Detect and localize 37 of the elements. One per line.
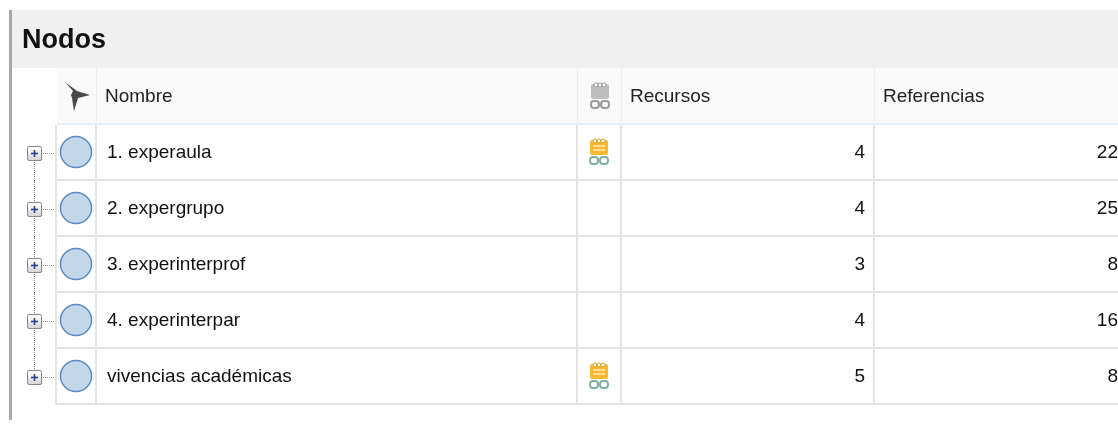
- plus-icon: [29, 260, 40, 271]
- panel-title: Nodos: [22, 23, 106, 55]
- table-cell: 8: [875, 237, 1118, 293]
- column-header[interactable]: Recursos: [622, 68, 875, 125]
- expand-toggle[interactable]: [27, 370, 42, 385]
- table-cell: 4: [622, 181, 875, 237]
- plus-icon: [29, 372, 40, 383]
- memo-link-icon: [587, 80, 612, 111]
- node-name[interactable]: vivencias académicas: [97, 349, 578, 405]
- table-cell: 3: [622, 237, 875, 293]
- memo-link-icon: [587, 361, 611, 391]
- node-circle-icon: [59, 191, 93, 225]
- node-circle-icon: [59, 247, 93, 281]
- table-cell: 8: [875, 349, 1118, 405]
- expand-toggle[interactable]: [27, 258, 42, 273]
- expand-toggle[interactable]: [27, 146, 42, 161]
- table-cell: 4: [622, 293, 875, 349]
- table-cell: 4: [622, 125, 875, 181]
- plus-icon: [29, 316, 40, 327]
- column-header[interactable]: Nombre: [97, 68, 578, 125]
- table-cell: 16: [875, 293, 1118, 349]
- plus-icon: [29, 204, 40, 215]
- node-name[interactable]: 4. experinterpar: [97, 293, 578, 349]
- node-circle-icon: [59, 135, 93, 169]
- table-cell: 22: [875, 125, 1118, 181]
- node-circle-icon: [59, 303, 93, 337]
- table-cell: 5: [622, 349, 875, 405]
- expand-toggle[interactable]: [27, 314, 42, 329]
- plus-icon: [29, 148, 40, 159]
- node-name[interactable]: 2. expergrupo: [97, 181, 578, 237]
- table-cell: 25: [875, 181, 1118, 237]
- expand-toggle[interactable]: [27, 202, 42, 217]
- column-header[interactable]: Referencias: [875, 68, 1118, 125]
- node-circle-icon: [59, 359, 93, 393]
- node-name[interactable]: 3. experinterprof: [97, 237, 578, 293]
- node-name[interactable]: 1. experaula: [97, 125, 578, 181]
- memo-link-icon: [587, 137, 611, 167]
